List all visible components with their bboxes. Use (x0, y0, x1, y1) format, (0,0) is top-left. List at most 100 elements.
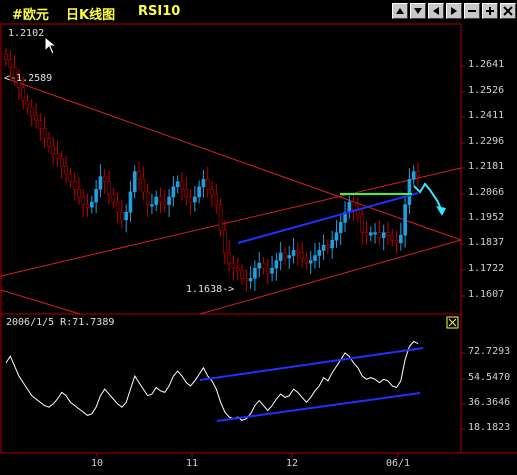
candle-body (102, 176, 107, 183)
rsi-axis (461, 352, 465, 430)
candle-body (270, 267, 274, 274)
candle-body (235, 267, 240, 272)
candle-body (193, 196, 197, 203)
candle-body (223, 229, 227, 254)
candle-body (210, 189, 214, 195)
price-axis-label: 1.2181 (468, 161, 505, 172)
candle-body (111, 194, 116, 203)
price-axis (461, 65, 465, 297)
time-axis (96, 453, 399, 457)
candle-body (34, 115, 38, 121)
candle-body (68, 173, 73, 183)
candle-body (94, 189, 98, 203)
candle-body (296, 250, 300, 254)
candle-body (132, 171, 137, 193)
candle-body (283, 252, 287, 259)
candle-body (308, 260, 313, 264)
candle-body (90, 201, 94, 208)
channel-upper-line[interactable] (4, 77, 462, 241)
candle-body (205, 178, 210, 190)
candle-body (124, 211, 128, 221)
candle-body (300, 252, 304, 259)
price-axis-label: 1.2411 (468, 110, 505, 121)
cursor-price-readout: 1.2102 (8, 28, 45, 39)
candle-body (377, 232, 382, 238)
candle-body (128, 191, 133, 213)
candle-body (197, 186, 201, 198)
rsi-axis-label: 72.7293 (468, 346, 511, 357)
candle-body (175, 181, 180, 188)
candle-body (386, 232, 390, 236)
candle-body (158, 196, 163, 203)
candle-body (313, 255, 317, 261)
candle-body (64, 166, 68, 175)
rsi-line (5, 340, 419, 421)
channel-lower-line[interactable] (199, 239, 462, 315)
price-axis-label: 1.2066 (468, 187, 505, 198)
candle-body (107, 181, 111, 195)
candle-body (287, 255, 292, 259)
candle-body (85, 204, 90, 208)
candle-body (154, 196, 159, 205)
rsi-header: 2006/1/5 R:71.7389 (6, 317, 115, 328)
candle-body (368, 232, 373, 236)
candle-body (98, 176, 103, 190)
candle-body (218, 204, 223, 231)
candle-body (407, 178, 412, 205)
red-channel[interactable] (0, 77, 462, 315)
candle-body (171, 186, 176, 198)
candle-body (394, 239, 399, 244)
rsi-axis-label: 36.3646 (468, 397, 511, 408)
candle-body (317, 250, 322, 256)
candle-body (167, 196, 171, 205)
candle-body (265, 267, 270, 274)
candle-body (231, 262, 236, 269)
candle-body (81, 196, 86, 205)
close-icon (448, 318, 457, 327)
candle-body (29, 107, 34, 116)
candle-body (416, 171, 420, 177)
rsi-pane-border (0, 313, 462, 454)
candle-body (214, 194, 219, 205)
candle-body (77, 189, 81, 198)
candle-body (137, 171, 141, 180)
price-axis-label: 1.1837 (468, 237, 505, 248)
candle-body (326, 245, 330, 249)
rsi-axis-label: 54.5470 (468, 372, 511, 383)
candle-body (201, 178, 206, 188)
candle-body (411, 171, 416, 180)
candle-body (25, 100, 30, 109)
candle-body (188, 196, 193, 203)
chart-canvas[interactable] (0, 0, 517, 475)
candle-body (240, 270, 244, 279)
price-axis-label: 1.1722 (468, 263, 505, 274)
time-axis-label: 11 (186, 458, 199, 469)
candle-body (244, 278, 249, 282)
price-axis-label: 1.1952 (468, 212, 505, 223)
candle-body (72, 181, 77, 190)
channel-corner-line[interactable] (0, 289, 81, 315)
price-axis-label: 1.1607 (468, 289, 505, 300)
candle-body (55, 153, 60, 160)
candle-body (403, 204, 407, 236)
low-price-marker: 1.1638-> (186, 284, 235, 295)
time-axis-label: 06/1 (386, 458, 411, 469)
candle-body (321, 245, 326, 251)
chart-window: #欧元 日K线图 RSI10 1.2102 <-1.2589 1.1638-> … (0, 0, 517, 475)
candle-body (115, 201, 120, 213)
candle-body (330, 239, 334, 249)
forecast-arrow[interactable] (413, 182, 446, 216)
candlestick-series (4, 48, 420, 292)
candle-body (248, 278, 253, 282)
candle-body (334, 232, 339, 241)
candle-body (257, 262, 262, 269)
rsi-upper-trend-line[interactable] (199, 347, 424, 381)
candle-body (261, 262, 266, 269)
candle-body (390, 234, 395, 241)
candle-body (59, 158, 64, 167)
candle-body (360, 214, 365, 233)
candle-body (304, 257, 309, 264)
candle-body (47, 138, 51, 147)
rsi-lower-trend-line[interactable] (216, 392, 421, 422)
candle-body (180, 181, 184, 190)
